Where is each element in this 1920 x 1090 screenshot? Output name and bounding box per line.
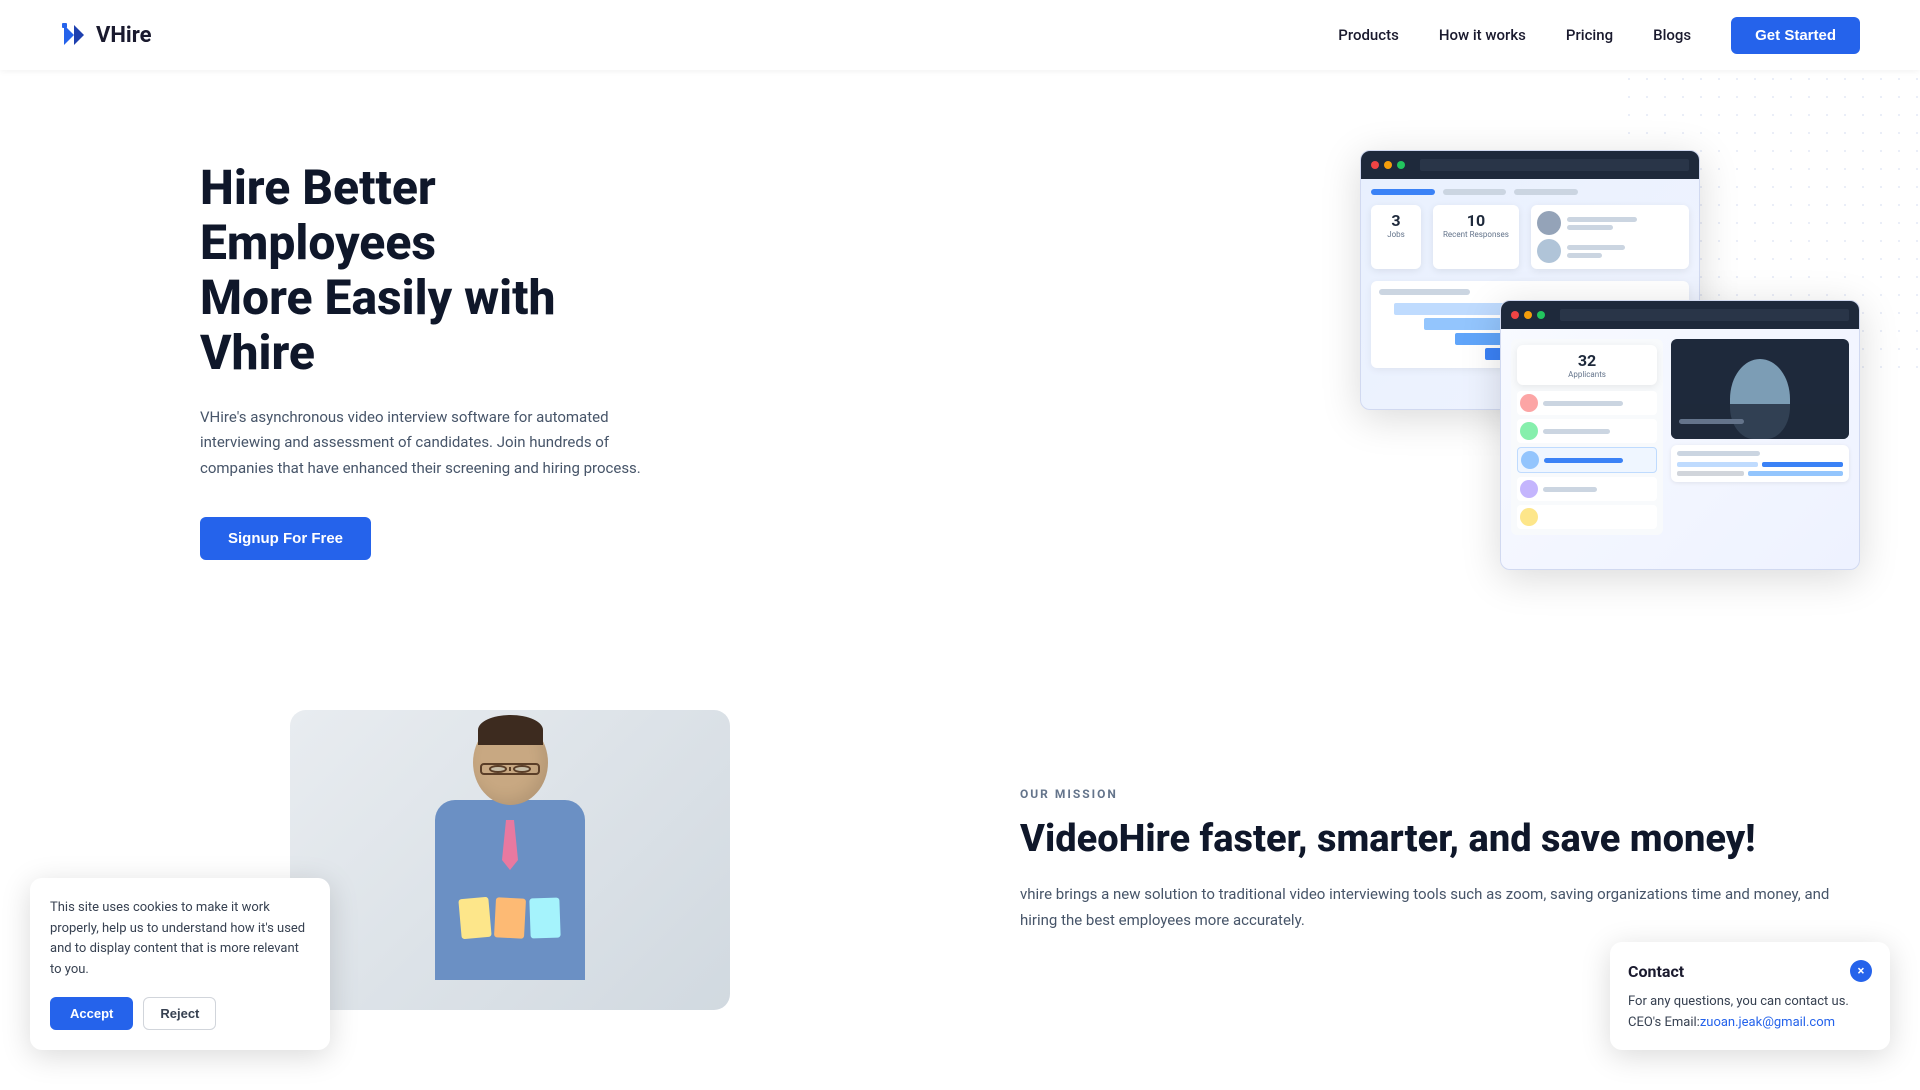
nav-links: Products How it works Pricing Blogs Get … (1338, 17, 1860, 54)
min-dot (1384, 161, 1392, 169)
get-started-button[interactable]: Get Started (1731, 17, 1860, 54)
nav-blogs[interactable]: Blogs (1653, 26, 1691, 44)
accept-button[interactable]: Accept (50, 997, 133, 1030)
logo[interactable]: VHire (60, 21, 151, 49)
mock-stat-jobs: 3 Jobs (1371, 205, 1421, 269)
min-dot-2 (1524, 311, 1532, 319)
nav-products[interactable]: Products (1338, 26, 1399, 44)
contact-body: For any questions, you can contact us.CE… (1628, 992, 1872, 1034)
hero-title-line2: More Easily with Vhire (200, 269, 555, 381)
reject-button[interactable]: Reject (143, 997, 216, 1030)
hero-text: Hire Better Employees More Easily with V… (200, 160, 660, 560)
mock-screen-2: 32 Applicants (1500, 300, 1860, 570)
close-dot (1371, 161, 1379, 169)
cookie-banner: This site uses cookies to make it work p… (30, 878, 330, 1050)
contact-widget: Contact × For any questions, you can con… (1610, 942, 1890, 1050)
contact-close-button[interactable]: × (1850, 960, 1872, 982)
logo-text: VHire (96, 23, 151, 48)
navbar: VHire Products How it works Pricing Blog… (0, 0, 1920, 70)
cookie-text: This site uses cookies to make it work p… (50, 898, 310, 981)
cookie-buttons: Accept Reject (50, 997, 310, 1030)
mission-label: OUR MISSION (1020, 787, 1860, 801)
hero-title-line1: Hire Better Employees (200, 159, 436, 271)
mission-image (290, 710, 730, 1010)
contact-body-text: For any questions, you can contact us.CE… (1628, 994, 1849, 1030)
mock-bar-1 (1361, 151, 1699, 179)
mock-content-2: 32 Applicants (1501, 329, 1859, 545)
nav-pricing[interactable]: Pricing (1566, 26, 1613, 44)
contact-title: Contact (1628, 962, 1684, 981)
close-dot-2 (1511, 311, 1519, 319)
contact-email[interactable]: zuoan.jeak@gmail.com (1700, 1015, 1835, 1030)
hero-description: VHire's asynchronous video interview sof… (200, 405, 660, 482)
signup-button[interactable]: Signup For Free (200, 517, 371, 560)
hero-screenshots: 3 Jobs 10 Recent Responses (1360, 150, 1860, 570)
max-dot (1397, 161, 1405, 169)
logo-icon (60, 21, 88, 49)
mock-stat-responses: 10 Recent Responses (1433, 205, 1519, 269)
hero-title: Hire Better Employees More Easily with V… (200, 160, 660, 381)
mock-bar-2 (1501, 301, 1859, 329)
contact-header: Contact × (1628, 960, 1872, 982)
hero-section: Hire Better Employees More Easily with V… (0, 70, 1920, 630)
mission-description: vhire brings a new solution to tradition… (1020, 882, 1860, 933)
nav-how-it-works[interactable]: How it works (1439, 26, 1526, 44)
mission-text-column: OUR MISSION VideoHire faster, smarter, a… (960, 787, 1860, 934)
mission-title: VideoHire faster, smarter, and save mone… (1020, 817, 1860, 863)
max-dot-2 (1537, 311, 1545, 319)
